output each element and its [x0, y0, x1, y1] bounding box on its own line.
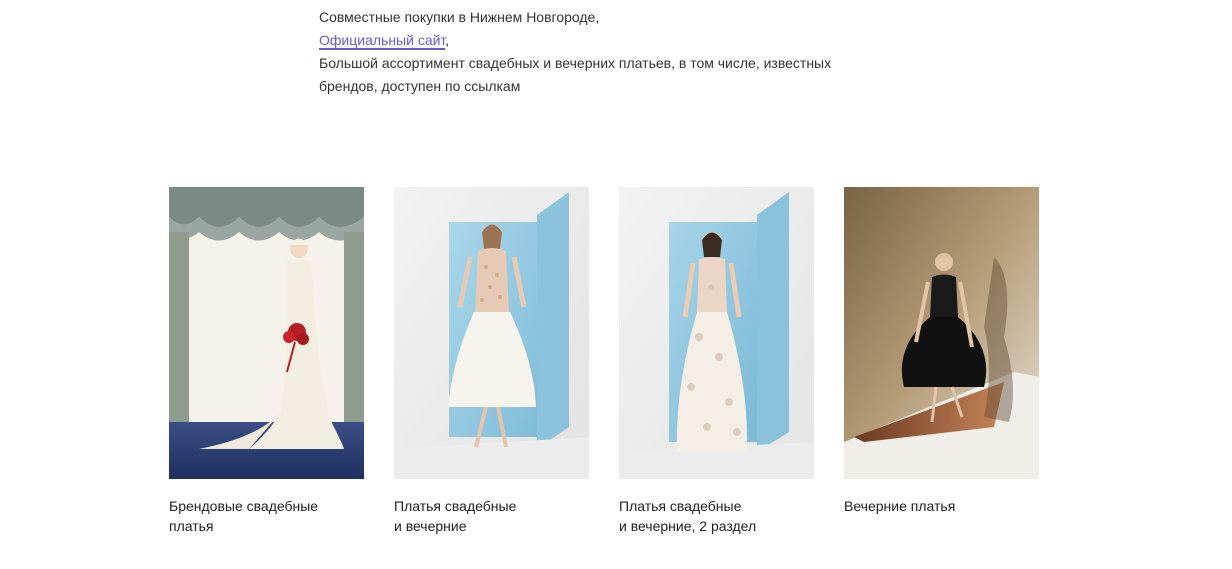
card-evening-dresses[interactable]: Вечерние платья	[844, 187, 1039, 536]
intro-line-1: Совместные покупки в Нижнем Новгороде,	[319, 9, 600, 25]
card-caption[interactable]: Платья свадебные и вечерние	[394, 496, 589, 536]
card-image[interactable]	[619, 187, 814, 479]
official-site-link[interactable]: Официальный сайт	[319, 32, 446, 50]
card-image[interactable]	[394, 187, 589, 479]
intro-line-3: Большой ассортимент свадебных и вечерних…	[319, 55, 832, 94]
card-branded-wedding-dresses[interactable]: Брендовые свадебные платья	[169, 187, 364, 536]
card-image[interactable]	[844, 187, 1039, 479]
card-caption[interactable]: Платья свадебные и вечерние, 2 раздел	[619, 496, 814, 536]
intro-text: Совместные покупки в Нижнем Новгороде, О…	[319, 6, 879, 98]
catalog-grid: Брендовые свадебные платья Платья свадеб…	[169, 187, 1039, 536]
card-wedding-evening-dresses-2[interactable]: Платья свадебные и вечерние, 2 раздел	[619, 187, 814, 536]
intro-line-2: Официальный сайт,	[319, 29, 879, 52]
link-suffix: ,	[445, 32, 450, 48]
card-caption[interactable]: Брендовые свадебные платья	[169, 496, 364, 536]
card-caption[interactable]: Вечерние платья	[844, 496, 1039, 516]
card-image[interactable]	[169, 187, 364, 479]
card-wedding-evening-dresses[interactable]: Платья свадебные и вечерние	[394, 187, 589, 536]
